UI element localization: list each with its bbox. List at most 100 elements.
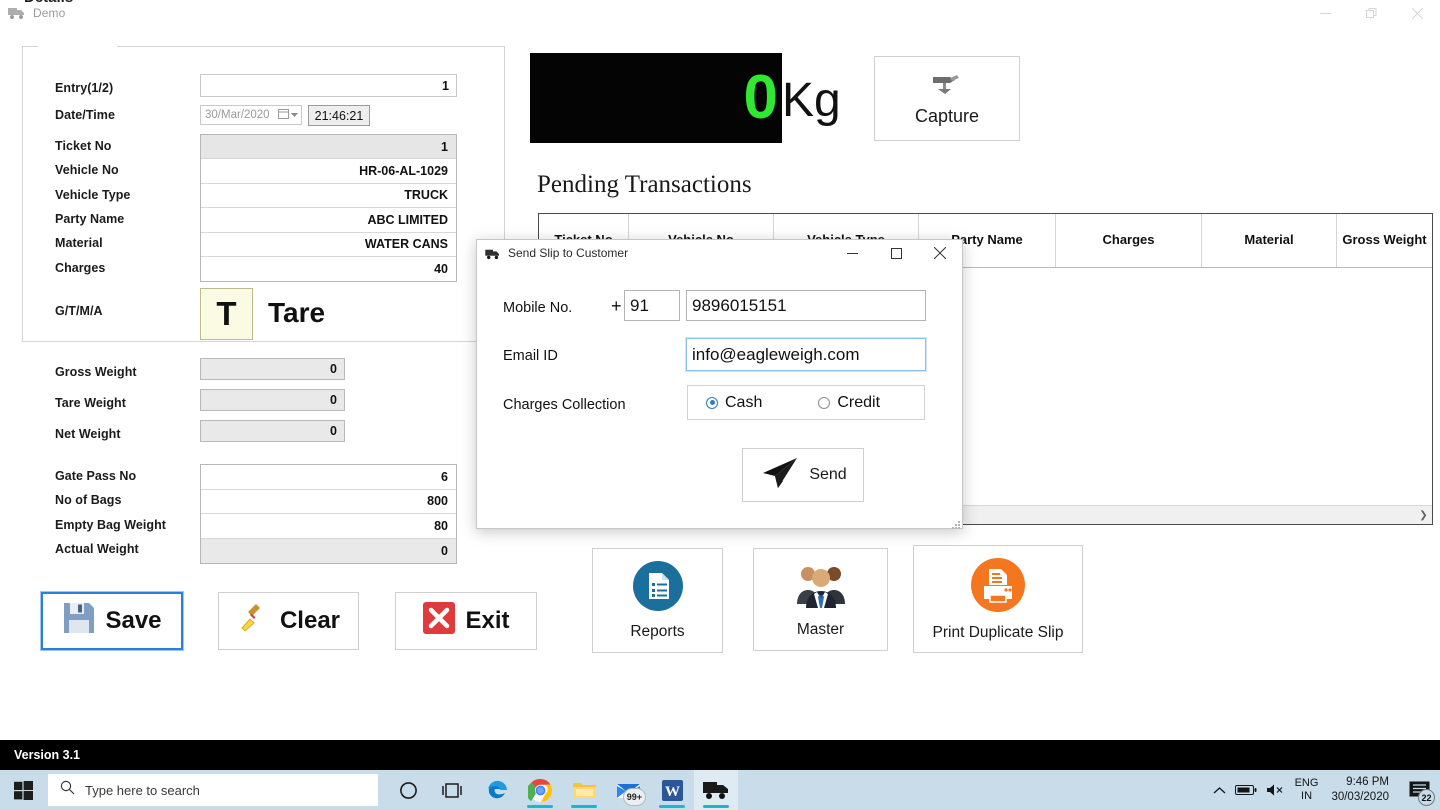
gate-pass-no-field[interactable]: 6 [201,465,456,490]
vehicle-no-field[interactable]: HR-06-AL-1029 [201,159,456,184]
radio-credit-label: Credit [837,393,881,411]
vehicle-no-label: Vehicle No [55,163,119,177]
clock[interactable]: 9:46 PM 30/03/2020 [1331,775,1389,805]
empty-bag-weight-label: Empty Bag Weight [55,518,166,532]
send-button[interactable]: Send [742,448,864,502]
entry-label: Entry(1/2) [55,81,114,95]
print-duplicate-slip-button[interactable]: Print Duplicate Slip [913,545,1083,653]
ticket-no-field[interactable]: 1 [201,135,456,160]
main-window-titlebar: Demo [0,0,1440,26]
language-line2: IN [1301,790,1313,802]
floppy-disk-icon [62,601,96,642]
cctv-camera-icon [929,71,965,102]
capture-button[interactable]: Capture [874,56,1020,141]
gtma-code-box[interactable]: T [200,288,253,340]
gross-weight-label: Gross Weight [55,365,137,379]
close-icon[interactable] [1394,0,1440,26]
maximize-icon[interactable] [874,240,918,266]
language-indicator[interactable]: ENG IN [1295,777,1319,803]
no-of-bags-field[interactable]: 800 [201,489,456,514]
restore-icon[interactable] [1348,0,1394,26]
charges-collection-label: Charges Collection [503,397,626,413]
details-group-title: Details [18,0,80,6]
windows-start-icon[interactable] [0,770,46,810]
net-weight-label: Net Weight [55,427,121,441]
radio-dot-icon [818,396,831,409]
email-id-input[interactable]: info@eagleweigh.com [685,337,927,372]
resize-grip-icon[interactable] [951,518,961,529]
no-of-bags-label: No of Bags [55,493,122,507]
windows-taskbar: Type here to search 99+ W ENG IN 9:46 PM… [0,770,1440,810]
active-indicator [571,805,597,808]
ticket-no-label: Ticket No [55,139,112,153]
radio-cash[interactable]: Cash [706,394,762,412]
charges-collection-radiogroup: Cash Credit [687,385,925,420]
grid-col-material[interactable]: Material [1202,214,1337,267]
weight-display: 0 [530,53,782,143]
charges-field[interactable]: 40 [201,256,456,282]
calendar-icon [278,108,289,122]
minimize-icon[interactable] [830,240,874,266]
party-name-field[interactable]: ABC LIMITED [201,208,456,233]
grid-col-gross-weight[interactable]: Gross Weight [1337,214,1432,267]
status-bar: Version 3.1 [0,740,1440,770]
truck-icon [8,6,26,20]
action-center-icon[interactable]: 22 [1404,775,1435,806]
grid-col-charges[interactable]: Charges [1056,214,1202,267]
search-placeholder: Type here to search [85,782,200,798]
net-weight-field: 0 [200,420,345,442]
svg-text:W: W [665,784,680,800]
datetime-label: Date/Time [55,108,115,122]
broom-icon [237,601,271,642]
vehicle-type-field[interactable]: TRUCK [201,183,456,209]
dialog-titlebar: Send Slip to Customer [477,240,962,266]
date-picker[interactable]: 30/Mar/2020 [200,105,302,125]
printer-icon [970,557,1026,618]
word-icon[interactable]: W [650,770,694,810]
close-icon[interactable] [918,240,962,266]
time-input[interactable]: 21:46:21 [308,105,370,126]
active-indicator [527,805,553,808]
chevron-up-icon[interactable] [1213,786,1226,795]
volume-muted-icon[interactable] [1266,783,1286,797]
entry-input[interactable]: 1 [200,74,457,97]
send-button-label: Send [809,466,847,483]
version-label: Version 3.1 [14,748,81,762]
country-code-input[interactable]: 91 [624,290,680,321]
chevron-down-icon[interactable] [291,109,298,121]
report-document-icon [632,560,684,617]
radio-cash-label: Cash [725,393,763,411]
task-view-icon[interactable] [430,770,474,810]
exit-button[interactable]: Exit [395,592,537,650]
radio-credit[interactable]: Credit [818,394,880,412]
empty-bag-weight-field[interactable]: 80 [201,514,456,539]
minimize-icon[interactable] [1302,0,1348,26]
active-indicator [659,805,685,808]
edge-icon[interactable] [474,770,518,810]
scroll-right-arrow-icon[interactable]: ❯ [1415,507,1432,524]
people-group-icon [793,560,849,615]
mail-icon[interactable]: 99+ [606,770,650,810]
date-value: 30/Mar/2020 [205,109,270,121]
reports-button[interactable]: Reports [592,548,723,653]
email-id-label: Email ID [503,348,558,364]
save-button-label: Save [105,607,162,634]
material-field[interactable]: WATER CANS [201,232,456,257]
save-button[interactable]: Save [40,591,184,651]
system-tray: ENG IN 9:46 PM 30/03/2020 22 [1213,770,1440,810]
capture-button-label: Capture [914,105,980,126]
chrome-icon[interactable] [518,770,562,810]
clear-button[interactable]: Clear [218,592,359,650]
cortana-icon[interactable] [386,770,430,810]
gross-weight-field: 0 [200,358,345,380]
send-slip-dialog: Send Slip to Customer [476,239,963,529]
demo-app-icon[interactable] [694,770,738,810]
battery-icon[interactable] [1234,784,1257,796]
mobile-number-input[interactable]: 9896015151 [686,290,926,321]
search-input[interactable]: Type here to search [48,774,378,806]
material-label: Material [55,236,103,250]
master-button[interactable]: Master [753,548,888,651]
actual-weight-label: Actual Weight [55,542,139,556]
file-explorer-icon[interactable] [562,770,606,810]
mobile-no-label: Mobile No. [503,300,573,316]
